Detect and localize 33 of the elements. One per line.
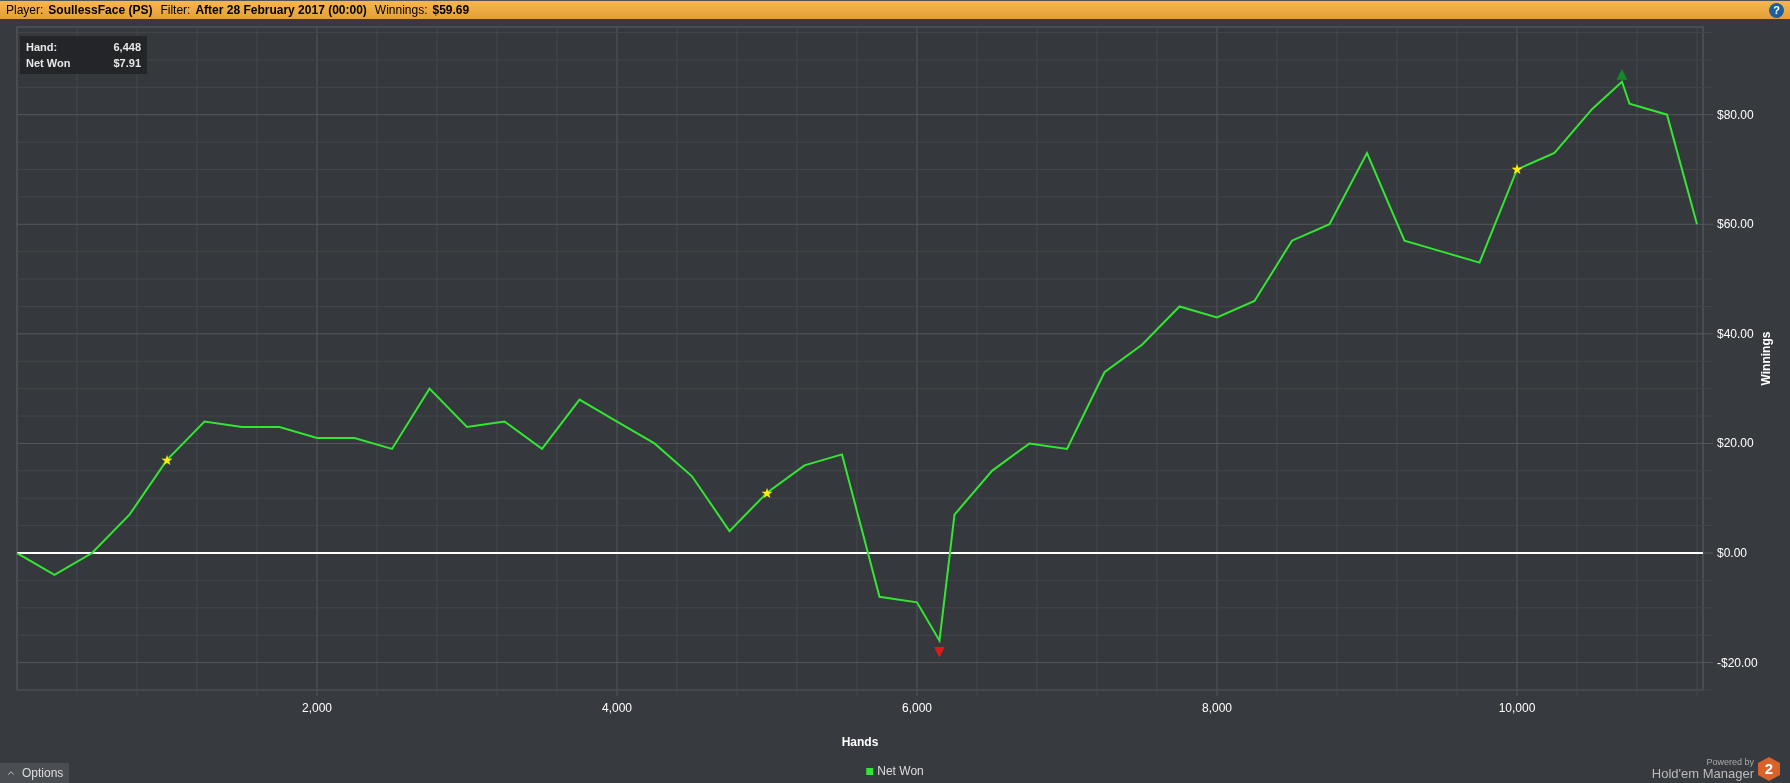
- y-tick-label: $80.00: [1717, 107, 1754, 122]
- brand-name: Hold'em Manager: [1651, 767, 1754, 780]
- header-value: After 28 February 2017 (00:00): [195, 2, 367, 19]
- marker-icon: ▼: [934, 642, 945, 659]
- tooltip-label: Hand:: [26, 40, 58, 55]
- logo-badge: 2: [1758, 757, 1780, 781]
- options-button[interactable]: Options: [0, 763, 70, 783]
- powered-by-text: Powered by: [1706, 758, 1754, 767]
- help-icon[interactable]: ?: [1769, 2, 1784, 18]
- x-tick-label: 10,000: [1498, 701, 1536, 715]
- header-value: SoullessFace (PS): [48, 2, 153, 19]
- tooltip-value: $7.91: [113, 56, 141, 71]
- legend-swatch: [866, 767, 874, 775]
- y-tick-label: $0.00: [1717, 546, 1748, 560]
- header-value: $59.69: [432, 2, 470, 19]
- legend-label: Net Won: [877, 763, 924, 780]
- y-axis-title: Winnings: [1759, 331, 1773, 386]
- tooltip-label: Net Won: [26, 56, 71, 71]
- header-label: Player:: [6, 2, 44, 19]
- x-tick-label: 4,000: [602, 701, 632, 715]
- y-tick-label: $60.00: [1717, 217, 1754, 232]
- y-tick-label: -$20.00: [1717, 655, 1758, 670]
- header-label: Winnings:: [374, 2, 428, 19]
- x-tick-label: 8,000: [1202, 701, 1232, 715]
- x-tick-label: 6,000: [902, 701, 932, 715]
- x-tick-label: 2,000: [302, 701, 332, 715]
- header-label: Filter:: [160, 2, 191, 19]
- tooltip-value: 6,448: [113, 40, 141, 55]
- x-axis-title: Hands: [841, 735, 879, 749]
- y-tick-label: $20.00: [1717, 436, 1754, 451]
- marker-icon: ▲: [1616, 64, 1628, 81]
- caret-icon: [6, 768, 16, 778]
- y-tick-label: $40.00: [1717, 326, 1754, 341]
